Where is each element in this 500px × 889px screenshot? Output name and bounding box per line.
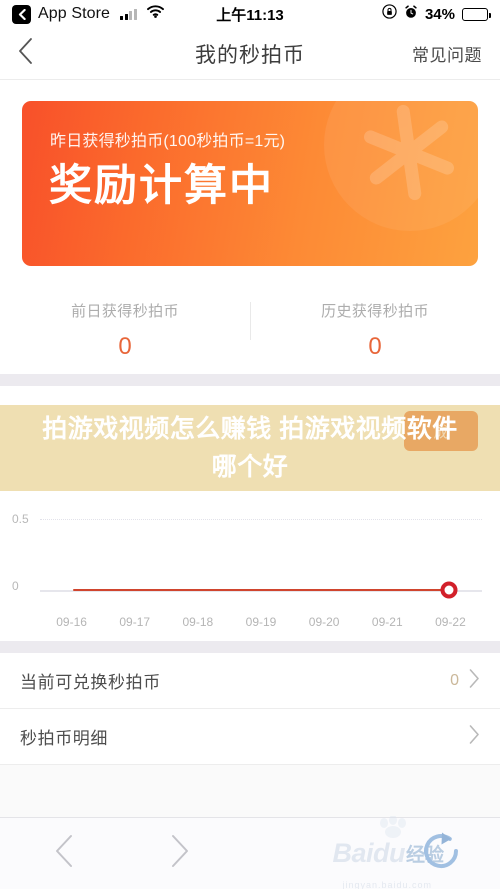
article-title-overlay: 成 拍游戏视频怎么赚钱 拍游戏视频软件哪个好 [0, 405, 500, 491]
list-item-details[interactable]: 秒拍币明细 [0, 709, 500, 765]
list-item-label: 当前可兑换秒拍币 [20, 673, 161, 692]
cellular-signal-icon [120, 8, 137, 20]
status-bar-right: 34% [250, 4, 491, 24]
reward-banner[interactable]: 昨日获得秒拍币(100秒拍币=1元) 奖励计算中 [22, 101, 478, 266]
list-item-value: 0 [450, 671, 459, 689]
app-screen: App Store 上午11:13 34% 我的秒拍币 常见问题 昨日获得秒拍币… [0, 0, 500, 889]
faq-button[interactable]: 常见问题 [412, 41, 482, 66]
refresh-icon[interactable] [418, 828, 464, 879]
alarm-clock-icon [404, 4, 418, 24]
stat-value: 0 [118, 333, 132, 360]
x-axis-tick-label: 09-16 [56, 615, 87, 629]
stat-history-total: 历史获得秒拍币 0 [250, 288, 500, 374]
stats-divider [250, 302, 251, 340]
chart-series-line [73, 589, 449, 592]
x-axis-labels: 09-16 09-17 09-18 09-19 09-20 09-21 09-2… [40, 615, 482, 629]
y-axis-tick-label: 0.5 [12, 512, 29, 526]
next-page-button[interactable] [146, 834, 214, 873]
status-bar: App Store 上午11:13 34% [0, 0, 500, 28]
stat-value: 0 [368, 333, 382, 360]
stat-label: 前日获得秒拍币 [71, 303, 179, 320]
list-item-trailing: 0 [450, 668, 480, 693]
list-item-exchangeable[interactable]: 当前可兑换秒拍币 0 [0, 653, 500, 709]
chevron-right-icon [469, 668, 480, 693]
status-bar-app-name[interactable]: App Store [38, 5, 110, 23]
section-divider [0, 374, 500, 386]
x-axis-tick-label: 09-19 [245, 615, 277, 629]
chart-end-marker[interactable] [440, 581, 458, 599]
back-chevron-icon[interactable] [12, 4, 31, 24]
paw-icon [376, 815, 410, 838]
chevron-left-icon [54, 834, 74, 873]
status-bar-left: App Store [12, 4, 250, 24]
stats-row: 前日获得秒拍币 0 历史获得秒拍币 0 [0, 288, 500, 374]
article-title-text: 拍游戏视频怎么赚钱 拍游戏视频软件哪个好 [42, 415, 458, 481]
battery-percent-label: 34% [424, 5, 455, 23]
section-spacer [0, 386, 500, 406]
asterisk-star-icon [354, 101, 464, 207]
gridline-0-5 [40, 519, 482, 520]
x-axis-tick-label: 09-17 [119, 615, 151, 629]
list-item-label: 秒拍币明细 [20, 729, 108, 748]
x-axis-tick-label: 09-18 [182, 615, 214, 629]
watermark-subtext: jingyan.baidu.com [342, 880, 433, 889]
x-axis-tick-label: 09-21 [371, 615, 403, 629]
stat-label: 历史获得秒拍币 [321, 303, 429, 320]
prev-page-button[interactable] [30, 834, 98, 873]
x-axis-tick-label: 09-22 [435, 615, 466, 629]
section-divider [0, 641, 500, 653]
rotation-lock-icon [382, 4, 397, 24]
navigation-bar: 我的秒拍币 常见问题 [0, 28, 500, 80]
x-axis-tick-label: 09-20 [308, 615, 340, 629]
chevron-left-icon [18, 38, 33, 69]
wifi-icon [146, 5, 164, 23]
watermark-brand: Baidu [332, 838, 405, 868]
list-item-trailing [469, 724, 480, 749]
banner-title: 奖励计算中 [49, 162, 274, 210]
bottom-toolbar: Baidu 经验 jingyan.baidu.com [0, 815, 500, 889]
baidu-watermark: Baidu 经验 jingyan.baidu.com [332, 815, 470, 889]
chevron-right-icon [469, 724, 480, 749]
banner-subtitle: 昨日获得秒拍币(100秒拍币=1元) [50, 133, 286, 150]
stat-previous-day: 前日获得秒拍币 0 [0, 288, 250, 374]
chevron-right-icon [170, 834, 190, 873]
battery-icon [462, 7, 491, 21]
back-button[interactable] [18, 38, 58, 69]
y-axis-tick-label: 0 [12, 579, 19, 593]
